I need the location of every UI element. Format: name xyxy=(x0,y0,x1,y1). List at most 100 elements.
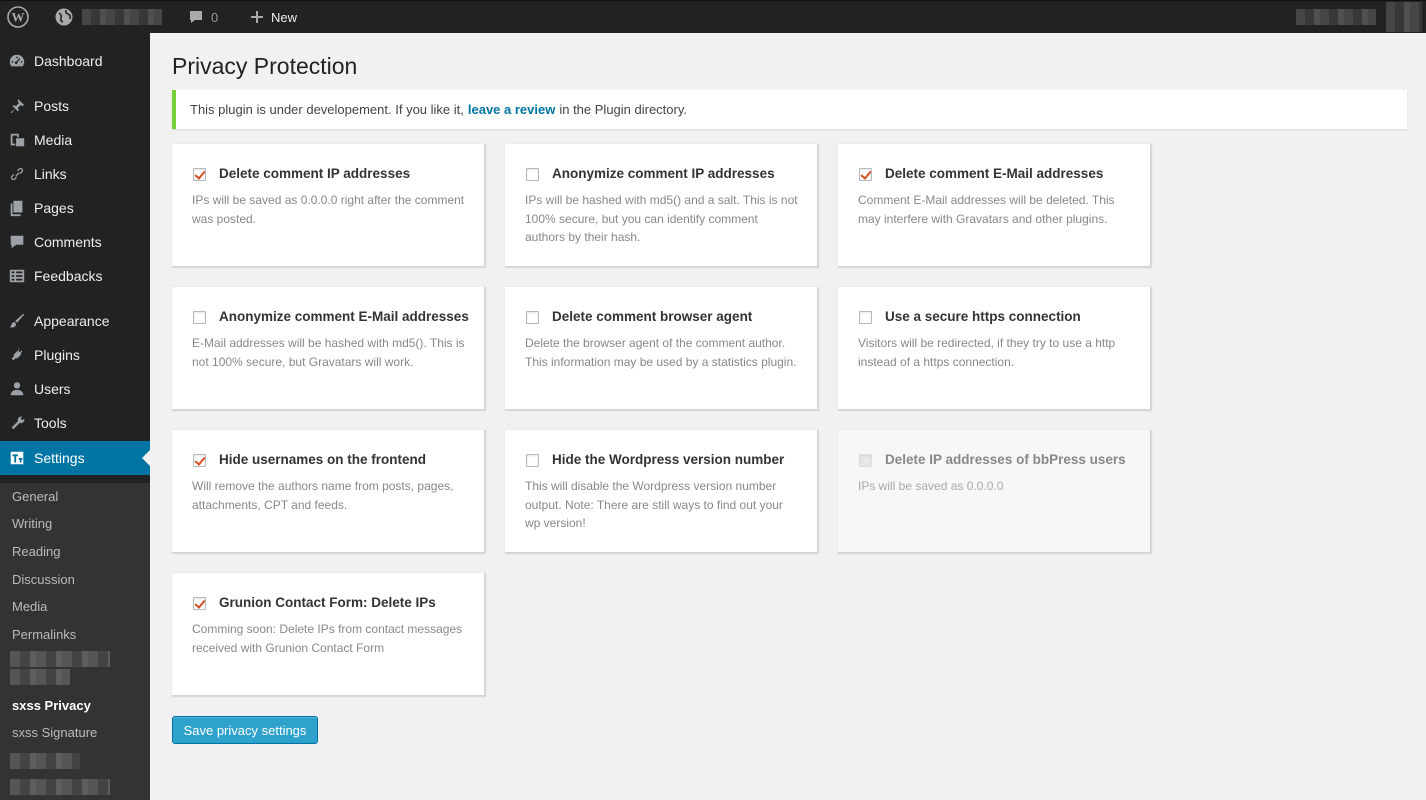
save-settings-button[interactable]: Save privacy settings xyxy=(172,716,318,744)
submenu-reading[interactable]: Reading xyxy=(12,541,60,561)
option-description: Delete the browser agent of the comment … xyxy=(525,336,797,369)
option-title[interactable]: Anonymize comment IP addresses xyxy=(552,166,775,181)
menu-plugins[interactable]: Plugins xyxy=(0,338,150,372)
submenu-redacted-item[interactable] xyxy=(10,651,110,667)
option-title[interactable]: Hide the Wordpress version number xyxy=(552,452,784,467)
option-card-grunion: Grunion Contact Form: Delete IPs Comming… xyxy=(172,573,484,695)
settings-submenu: General Writing Reading Discussion Media… xyxy=(0,483,150,800)
wordpress-logo-icon[interactable]: W xyxy=(7,1,29,33)
plugin-icon xyxy=(0,346,34,364)
menu-label: Settings xyxy=(34,450,85,466)
option-description: IPs will be hashed with md5() and a salt… xyxy=(525,193,798,244)
hide-usernames-checkbox[interactable] xyxy=(193,454,206,467)
user-icon xyxy=(0,380,34,398)
my-account-menu[interactable] xyxy=(1296,1,1426,33)
pin-icon xyxy=(0,97,34,115)
menu-comments[interactable]: Comments xyxy=(0,225,150,259)
anonymize-ip-checkbox[interactable] xyxy=(526,168,539,181)
menu-appearance[interactable]: Appearance xyxy=(0,304,150,338)
admin-sidebar: Dashboard Posts Media Links Pages Commen… xyxy=(0,33,150,800)
site-name-redacted xyxy=(82,9,162,25)
comments-link[interactable]: 0 xyxy=(188,1,218,33)
plus-icon xyxy=(251,11,263,23)
svg-text:W: W xyxy=(12,10,25,25)
grunion-checkbox[interactable] xyxy=(193,597,206,610)
menu-label: Appearance xyxy=(34,313,110,329)
submenu-sxss-signature[interactable]: sxss Signature xyxy=(12,722,97,742)
media-icon xyxy=(0,131,34,149)
menu-label: Comments xyxy=(34,234,102,250)
delete-ip-checkbox[interactable] xyxy=(193,168,206,181)
delete-email-checkbox[interactable] xyxy=(859,168,872,181)
menu-posts[interactable]: Posts xyxy=(0,89,150,123)
submenu-redacted-item[interactable] xyxy=(10,669,70,685)
menu-settings[interactable]: Settings xyxy=(0,441,150,475)
username-redacted xyxy=(1296,9,1376,25)
option-card-delete-browser-agent: Delete comment browser agent Delete the … xyxy=(505,287,817,409)
menu-label: Media xyxy=(34,132,73,148)
notice-text-after: in the Plugin directory. xyxy=(559,102,688,117)
menu-links[interactable]: Links xyxy=(0,157,150,191)
option-description: Comming soon: Delete IPs from contact me… xyxy=(192,622,463,655)
admin-bar: W 0 New xyxy=(0,0,1426,33)
option-description: E-Mail addresses will be hashed with md5… xyxy=(192,336,465,369)
menu-label: Pages xyxy=(34,200,74,216)
menu-pages[interactable]: Pages xyxy=(0,191,150,225)
submenu-general[interactable]: General xyxy=(12,486,58,506)
menu-label: Feedbacks xyxy=(34,268,103,284)
feedback-icon xyxy=(0,267,34,285)
dashboard-icon xyxy=(0,52,34,70)
brush-icon xyxy=(0,312,34,330)
new-content-link[interactable]: New xyxy=(250,1,297,33)
option-description: Will remove the authors name from posts,… xyxy=(192,479,454,512)
hide-version-checkbox[interactable] xyxy=(526,454,539,467)
option-card-hide-usernames: Hide usernames on the frontend Will remo… xyxy=(172,430,484,552)
option-title[interactable]: Delete comment E-Mail addresses xyxy=(885,166,1103,181)
menu-dashboard[interactable]: Dashboard xyxy=(0,44,150,78)
leave-review-link[interactable]: leave a review xyxy=(468,102,555,117)
option-title[interactable]: Hide usernames on the frontend xyxy=(219,452,426,467)
menu-media[interactable]: Media xyxy=(0,123,150,157)
option-title[interactable]: Anonymize comment E-Mail addresses xyxy=(219,309,469,324)
option-card-anonymize-email: Anonymize comment E-Mail addresses E-Mai… xyxy=(172,287,484,409)
submenu-sxss-privacy[interactable]: sxss Privacy xyxy=(12,695,91,715)
menu-label: Tools xyxy=(34,415,67,431)
main-content: Privacy Protection This plugin is under … xyxy=(150,33,1426,800)
submenu-discussion[interactable]: Discussion xyxy=(12,569,75,589)
option-title[interactable]: Delete comment IP addresses xyxy=(219,166,410,181)
avatar xyxy=(1386,2,1422,32)
submenu-redacted-item[interactable] xyxy=(10,753,80,769)
menu-label: Links xyxy=(34,166,67,182)
comment-bubble-icon xyxy=(190,11,202,23)
menu-label: Dashboard xyxy=(34,53,103,69)
option-card-bbpress-ip: Delete IP addresses of bbPress users IPs… xyxy=(838,430,1150,552)
option-description: This will disable the Wordpress version … xyxy=(525,479,783,530)
page-title: Privacy Protection xyxy=(172,53,358,79)
option-card-https: Use a secure https connection Visitors w… xyxy=(838,287,1150,409)
anonymize-email-checkbox[interactable] xyxy=(193,311,206,324)
submenu-writing[interactable]: Writing xyxy=(12,513,52,533)
https-checkbox[interactable] xyxy=(859,311,872,324)
option-card-anonymize-ip: Anonymize comment IP addresses IPs will … xyxy=(505,144,817,266)
option-title[interactable]: Grunion Contact Form: Delete IPs xyxy=(219,595,436,610)
menu-tools[interactable]: Tools xyxy=(0,406,150,440)
new-label: New xyxy=(271,9,298,25)
menu-label: Users xyxy=(34,381,71,397)
settings-icon xyxy=(0,449,34,467)
menu-feedbacks[interactable]: Feedbacks xyxy=(0,259,150,293)
menu-users[interactable]: Users xyxy=(0,372,150,406)
menu-label: Plugins xyxy=(34,347,80,363)
link-icon xyxy=(0,165,34,183)
option-description: IPs will be saved as 0.0.0.0 right after… xyxy=(192,193,465,226)
submenu-redacted-item[interactable] xyxy=(10,779,110,795)
submenu-media[interactable]: Media xyxy=(12,596,47,616)
option-title[interactable]: Delete comment browser agent xyxy=(552,309,752,324)
option-description: Visitors will be redirected, if they try… xyxy=(858,336,1116,369)
option-card-hide-version: Hide the Wordpress version number This w… xyxy=(505,430,817,552)
option-description: Comment E-Mail addresses will be deleted… xyxy=(858,193,1115,226)
delete-browser-agent-checkbox[interactable] xyxy=(526,311,539,324)
site-name-link[interactable] xyxy=(54,1,162,33)
option-title[interactable]: Use a secure https connection xyxy=(885,309,1081,324)
wrench-icon xyxy=(0,414,34,432)
submenu-permalinks[interactable]: Permalinks xyxy=(12,624,76,644)
